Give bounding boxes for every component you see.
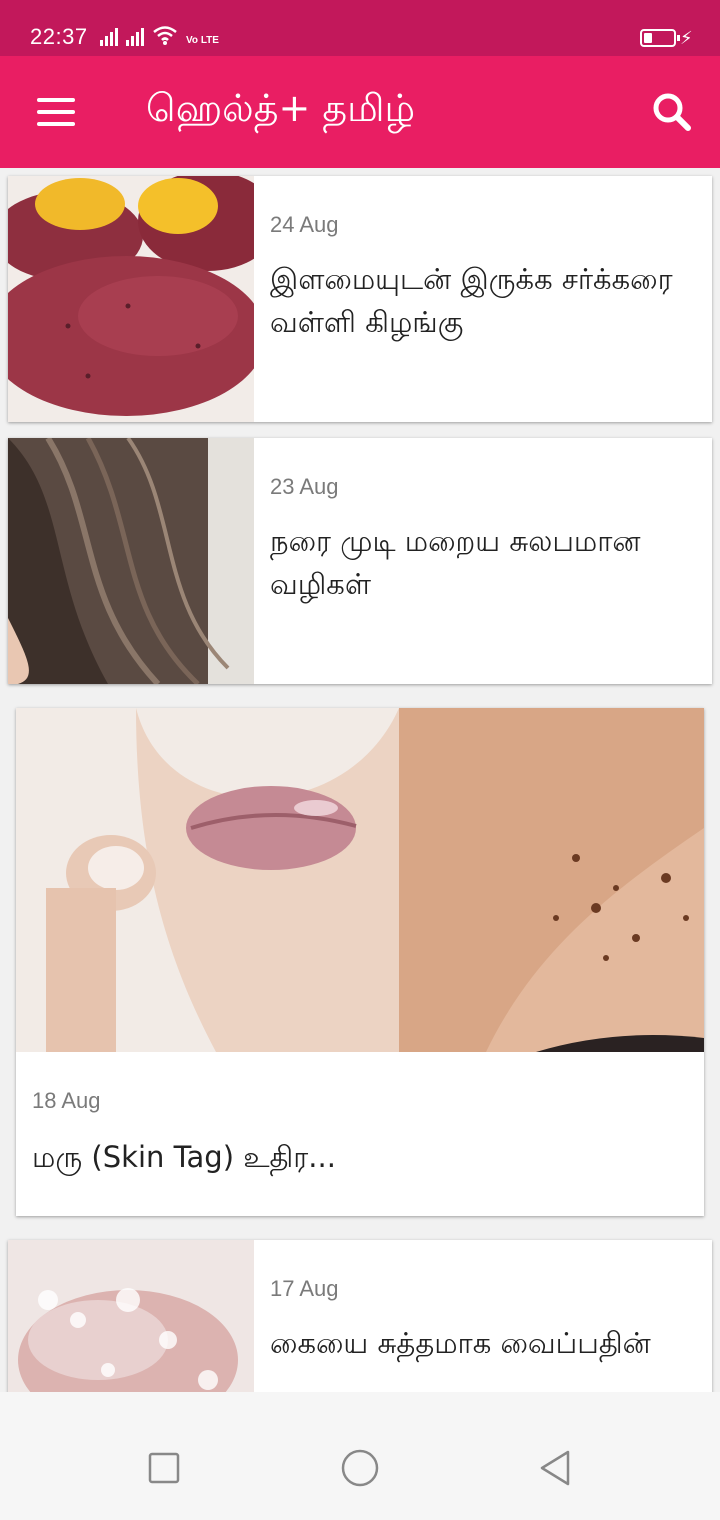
status-time: 22:37	[30, 24, 88, 49]
app-title: ஹெல்த்+ தமிழ்	[146, 86, 416, 130]
article-title: நரை முடி மறைய சுலபமான வழிகள்	[270, 524, 641, 601]
app-bar: ஹெல்த்+ தமிழ்	[0, 56, 720, 168]
article-date: 23 Aug	[270, 474, 339, 499]
sweet-potato-image	[8, 176, 254, 422]
article-date: 17 Aug	[270, 1276, 339, 1301]
wifi-icon	[153, 26, 177, 45]
status-bar: 22:37 Vo LTE ⚡	[0, 0, 720, 56]
status-icons: Vo LTE	[100, 24, 219, 46]
article-date: 24 Aug	[270, 212, 339, 237]
recent-apps-icon[interactable]	[134, 1438, 194, 1498]
skin-tag-image	[16, 708, 704, 1052]
back-icon[interactable]	[526, 1438, 586, 1498]
signal-icon	[126, 26, 144, 46]
volte-icon: Vo LTE	[186, 35, 219, 46]
article-title: இளமையுடன் இருக்க சர்க்கரை வள்ளி கிழங்கு	[270, 262, 673, 339]
home-icon[interactable]	[330, 1438, 390, 1498]
article-title: கையை சுத்தமாக வைப்பதின்	[270, 1326, 651, 1360]
article-card-featured[interactable]: 18 Aug மரு (Skin Tag) உதிர...	[16, 708, 704, 1216]
article-card[interactable]: 23 Aug நரை முடி மறைய சுலபமான வழிகள்	[8, 438, 712, 684]
signal-icon	[100, 26, 118, 46]
article-date: 18 Aug	[32, 1088, 101, 1113]
hair-image	[8, 438, 254, 684]
charging-icon: ⚡	[680, 28, 693, 49]
search-icon[interactable]	[646, 86, 698, 138]
battery-icon	[640, 29, 680, 47]
system-nav-bar	[0, 1392, 720, 1520]
article-card[interactable]: 24 Aug இளமையுடன் இருக்க சர்க்கரை வள்ளி க…	[8, 176, 712, 422]
article-title: மரு (Skin Tag) உதிர...	[32, 1140, 336, 1174]
hamburger-menu-icon[interactable]	[30, 86, 82, 138]
